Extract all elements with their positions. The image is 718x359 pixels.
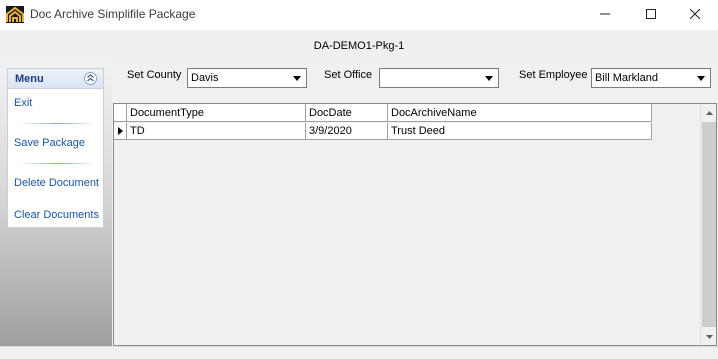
minimize-icon: [600, 9, 610, 22]
employee-label: Set Employee: [519, 69, 588, 81]
current-row-arrow-icon: [118, 127, 123, 135]
doc-archive-logo-icon: [6, 6, 24, 23]
employee-dropdown[interactable]: Bill Markland: [591, 68, 711, 88]
chevron-down-icon: [481, 70, 497, 86]
chevron-down-icon: [289, 70, 305, 86]
chevron-down-icon: [693, 70, 709, 86]
cell-docarchivename[interactable]: Trust Deed: [388, 123, 652, 140]
package-header: DA-DEMO1-Pkg-1: [0, 30, 718, 62]
scrollbar-thumb[interactable]: [702, 122, 716, 327]
menu-item-save-package[interactable]: Save Package: [14, 137, 104, 150]
status-bar: [0, 346, 718, 359]
documents-grid[interactable]: DocumentType DocDate DocArchiveName TD 3…: [113, 103, 717, 346]
maximize-button[interactable]: [628, 0, 674, 30]
cell-documenttype[interactable]: TD: [127, 123, 306, 140]
collapse-menu-button[interactable]: [84, 72, 97, 85]
scroll-down-arrow-icon[interactable]: [701, 328, 717, 345]
grid-header: DocumentType DocDate DocArchiveName: [114, 104, 652, 122]
table-row[interactable]: TD 3/9/2020 Trust Deed: [114, 123, 652, 140]
vertical-scrollbar[interactable]: [700, 104, 716, 345]
maximize-icon: [646, 8, 656, 22]
column-header-docarchivename[interactable]: DocArchiveName: [388, 104, 652, 122]
package-name: DA-DEMO1-Pkg-1: [313, 40, 405, 52]
left-panel: Menu Exit Save Package Delete Document C…: [0, 62, 112, 346]
menu-item-delete-document[interactable]: Delete Document: [14, 177, 104, 190]
double-chevron-up-icon: [87, 73, 94, 85]
office-label: Set Office: [324, 69, 373, 81]
menu-header: Menu: [8, 69, 103, 89]
county-dropdown[interactable]: Davis: [187, 68, 307, 88]
close-icon: [689, 8, 701, 22]
scroll-up-arrow-icon[interactable]: [701, 104, 717, 121]
window-title: Doc Archive Simplifile Package: [30, 7, 196, 21]
grid-corner: [114, 104, 127, 122]
menu-item-exit[interactable]: Exit: [14, 97, 104, 110]
close-button[interactable]: [672, 0, 718, 30]
menu-divider: [18, 123, 96, 124]
row-selector[interactable]: [114, 123, 127, 140]
office-dropdown[interactable]: [379, 68, 499, 88]
menu-title: Menu: [15, 73, 44, 85]
title-bar: Doc Archive Simplifile Package: [0, 0, 718, 30]
menu-divider: [18, 163, 96, 164]
column-header-docdate[interactable]: DocDate: [306, 104, 388, 122]
county-label: Set County: [127, 69, 182, 81]
minimize-button[interactable]: [582, 0, 628, 30]
county-value: Davis: [191, 72, 219, 84]
menu-panel: Menu Exit Save Package Delete Document C…: [7, 68, 104, 228]
employee-value: Bill Markland: [595, 72, 658, 84]
grid-body: [114, 104, 700, 345]
column-header-documenttype[interactable]: DocumentType: [127, 104, 306, 122]
cell-docdate[interactable]: 3/9/2020: [306, 123, 388, 140]
menu-item-clear-documents[interactable]: Clear Documents: [14, 209, 104, 222]
